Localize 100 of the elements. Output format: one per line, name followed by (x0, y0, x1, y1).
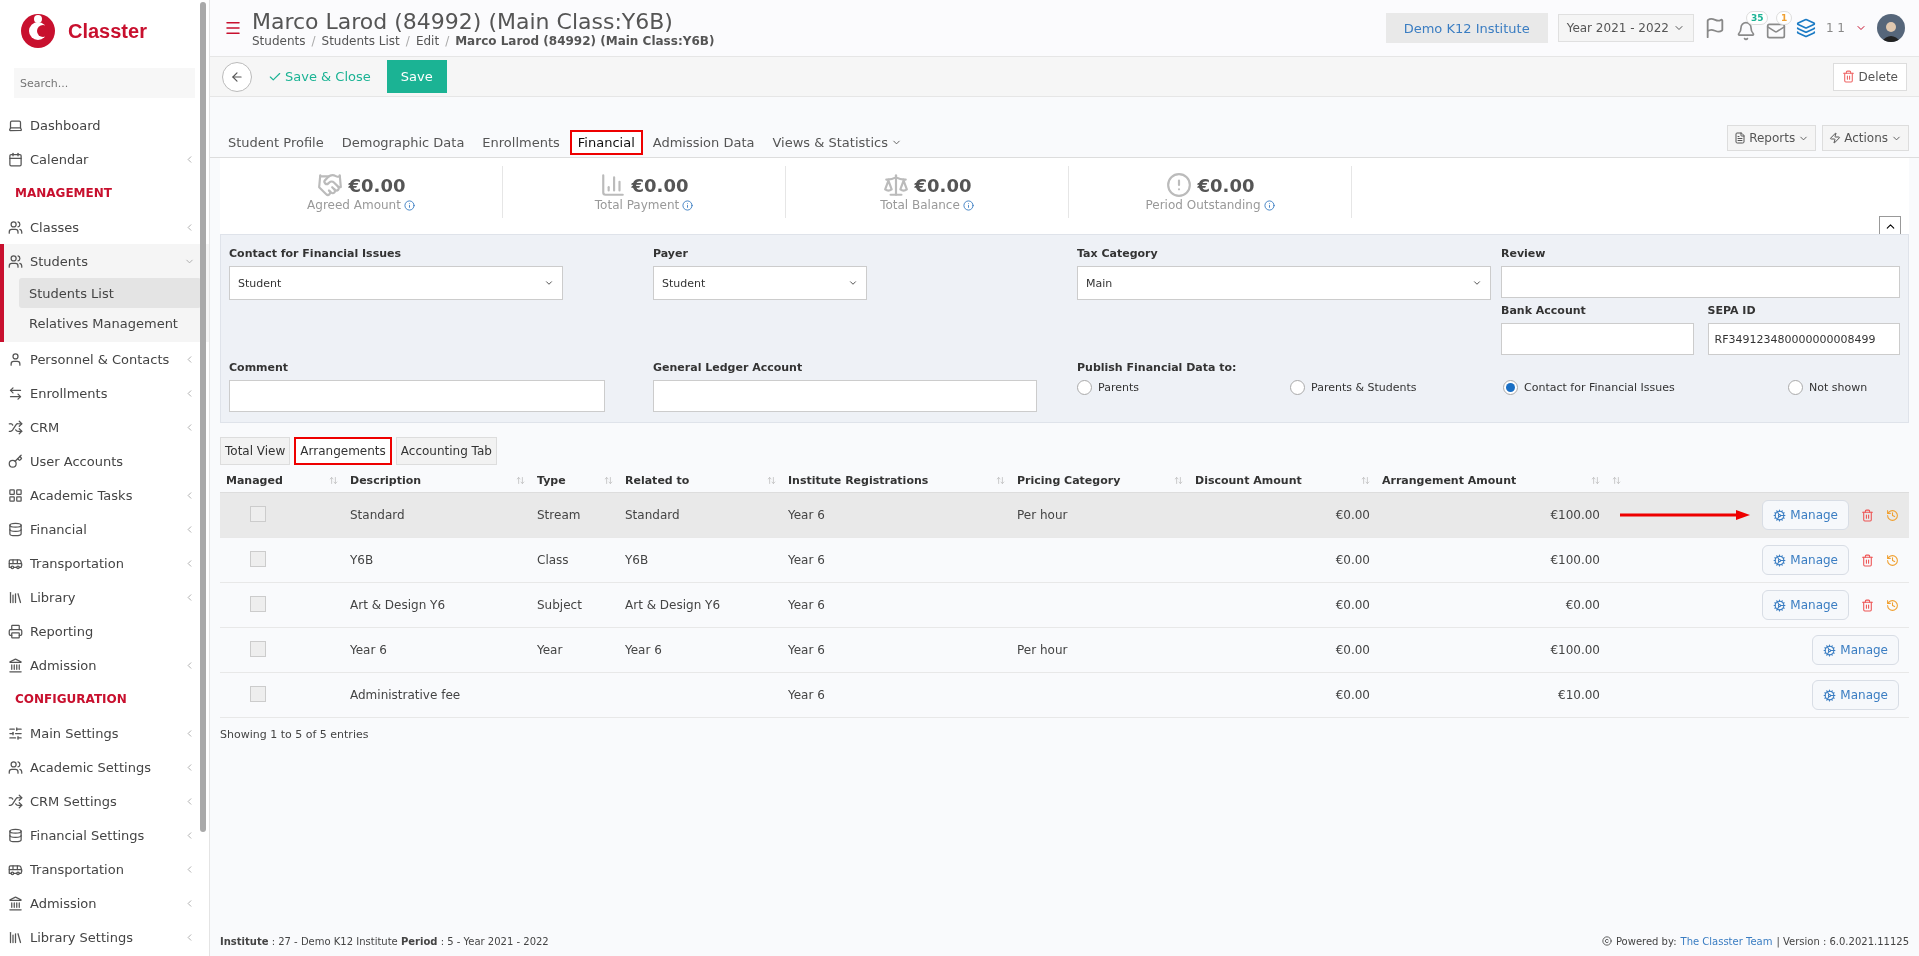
sidebar-item[interactable]: Students (0, 244, 209, 278)
column-header[interactable]: Institute Registrations (788, 474, 929, 487)
column-header[interactable]: Managed (226, 474, 283, 487)
sort-icon[interactable] (329, 476, 338, 485)
tab[interactable]: Admission Data (644, 130, 763, 155)
table-row[interactable]: Administrative fee Year 6 €0.00 €10.00 Manage (220, 673, 1909, 718)
tab[interactable]: Arrangements (294, 437, 392, 465)
trash-icon[interactable] (1861, 553, 1874, 567)
checkbox[interactable] (250, 685, 266, 702)
sidebar-item[interactable]: CRM (0, 410, 209, 444)
sidebar-item[interactable]: Transportation (0, 852, 209, 886)
trash-icon[interactable] (1861, 508, 1874, 522)
tab[interactable]: Total View (220, 437, 291, 465)
sidebar-item[interactable]: Main Settings (0, 716, 209, 750)
layers-icon[interactable] (1795, 18, 1816, 38)
tab[interactable]: Accounting Tab (395, 437, 497, 465)
payer-select[interactable]: Student (653, 266, 867, 300)
radio-button[interactable] (1788, 380, 1803, 395)
table-row[interactable]: Year 6 Year Year 6 Year 6 Per hour €0.00 €100.00 Manage (220, 628, 1909, 673)
breadcrumb[interactable]: Students (252, 33, 306, 48)
trash-icon[interactable] (1861, 598, 1874, 612)
column-header[interactable]: Arrangement Amount (1382, 474, 1517, 487)
sidebar-item[interactable]: Enrollments (0, 376, 209, 410)
back-button[interactable] (222, 61, 252, 92)
tab[interactable]: Enrollments (474, 130, 568, 155)
sort-icon[interactable] (1591, 476, 1600, 485)
sidebar-item[interactable]: CRM Settings (0, 784, 209, 818)
sidebar-item[interactable]: Financial Settings (0, 818, 209, 852)
manage-button[interactable]: Manage (1762, 545, 1849, 575)
table-row[interactable]: Art & Design Y6 Subject Art & Design Y6 Year 6 €0.00 €0.00 Manage (220, 583, 1909, 628)
team-link[interactable]: The Classter Team (1680, 935, 1773, 947)
sidebar-item[interactable]: Transportation (0, 546, 209, 580)
sidebar-item[interactable]: Admission (0, 886, 209, 920)
history-icon[interactable] (1886, 598, 1899, 612)
actions-button[interactable]: Actions (1822, 125, 1909, 151)
sidebar-item[interactable]: Dashboard (0, 108, 209, 142)
manage-button[interactable]: Manage (1762, 500, 1849, 530)
history-icon[interactable] (1886, 508, 1899, 522)
column-header[interactable]: Related to (625, 474, 690, 487)
sidebar-item[interactable]: Library Settings (0, 920, 209, 954)
manage-button[interactable]: Manage (1762, 590, 1849, 620)
comment-field[interactable] (229, 380, 605, 412)
breadcrumb[interactable]: Students List (321, 33, 400, 48)
avatar[interactable] (1877, 14, 1905, 42)
sort-icon[interactable] (996, 476, 1005, 485)
mail-icon[interactable] (1765, 21, 1786, 41)
radio-button[interactable] (1290, 380, 1305, 395)
checkbox[interactable] (250, 550, 266, 567)
history-icon[interactable] (1886, 553, 1899, 567)
review-field[interactable] (1501, 266, 1900, 298)
sort-icon[interactable] (1612, 476, 1621, 485)
tab[interactable]: Views & Statistics (764, 130, 910, 155)
checkbox[interactable] (250, 640, 266, 657)
sidebar-item[interactable]: Classes (0, 210, 209, 244)
radio-button[interactable] (1077, 380, 1092, 395)
contact-select[interactable]: Student (229, 266, 563, 300)
manage-button[interactable]: Manage (1812, 635, 1899, 665)
menu-icon[interactable] (224, 19, 242, 37)
submenu-item[interactable]: Relatives Management (19, 308, 201, 338)
sidebar-item[interactable]: Library (0, 580, 209, 614)
tax-select[interactable]: Main (1077, 266, 1491, 300)
radio-label[interactable]: Contact for Financial Issues (1524, 381, 1675, 394)
sort-icon[interactable] (1361, 476, 1370, 485)
manage-button[interactable]: Manage (1812, 680, 1899, 710)
sort-icon[interactable] (604, 476, 613, 485)
sidebar-item[interactable]: User Accounts (0, 444, 209, 478)
collapse-button[interactable] (1879, 216, 1901, 236)
sort-icon[interactable] (516, 476, 525, 485)
column-header[interactable]: Pricing Category (1017, 474, 1121, 487)
sort-icon[interactable] (1174, 476, 1183, 485)
sidebar-item[interactable]: Admission (0, 648, 209, 682)
sidebar-item[interactable]: Calendar (0, 142, 209, 176)
tab[interactable]: Student Profile (220, 130, 332, 155)
column-header[interactable]: Description (350, 474, 422, 487)
column-header[interactable]: Type (537, 474, 566, 487)
tab[interactable]: Financial (569, 130, 643, 155)
institute-button[interactable]: Demo K12 Institute (1385, 13, 1548, 43)
table-row[interactable]: Y6B Class Y6B Year 6 €0.00 €100.00 Manage (220, 538, 1909, 583)
table-row[interactable]: Standard Stream Standard Year 6 Per hour €0.00 €100.00 Manage (220, 493, 1909, 538)
sidebar-item[interactable]: Academic Tasks (0, 478, 209, 512)
breadcrumb[interactable]: Edit (415, 33, 440, 48)
sidebar-item[interactable]: Financial (0, 512, 209, 546)
sidebar-item[interactable]: Personnel & Contacts (0, 342, 209, 376)
radio-label[interactable]: Parents & Students (1311, 381, 1417, 394)
sepa-field[interactable]: RF349123480000000008499 (1707, 323, 1900, 355)
sidebar-item[interactable]: Academic Settings (0, 750, 209, 784)
user-name[interactable]: 1 1 (1825, 21, 1845, 35)
submenu-item[interactable]: Students List (19, 278, 201, 308)
sort-icon[interactable] (767, 476, 776, 485)
delete-button[interactable]: Delete (1832, 62, 1907, 91)
radio-label[interactable]: Parents (1098, 381, 1139, 394)
checkbox[interactable] (250, 505, 266, 522)
bell-icon[interactable] (1735, 21, 1756, 41)
tab[interactable]: Demographic Data (333, 130, 473, 155)
reports-button[interactable]: Reports (1727, 125, 1817, 151)
year-select[interactable]: Year 2021 - 2022 (1557, 14, 1694, 42)
ledger-field[interactable] (653, 380, 1037, 412)
radio-button[interactable] (1503, 380, 1518, 395)
sidebar-item[interactable]: Reporting (0, 614, 209, 648)
search-field[interactable]: Search... (14, 68, 195, 98)
